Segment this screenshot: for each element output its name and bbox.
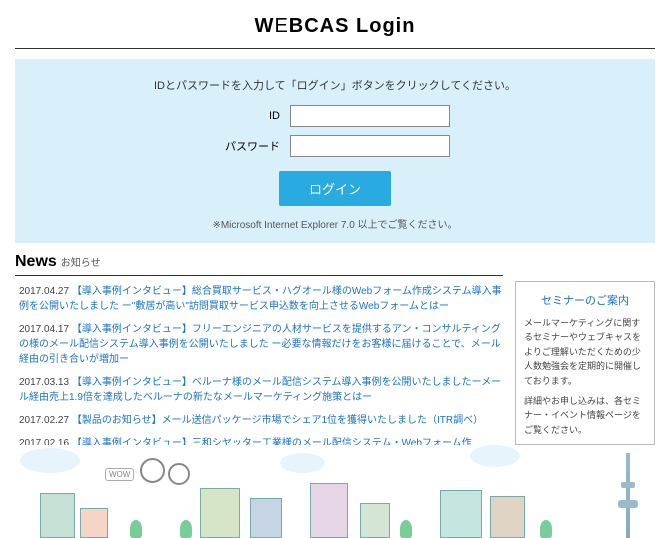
cityscape-illustration: WOW	[0, 443, 670, 538]
news-heading: Newsお知らせ	[15, 253, 503, 271]
sidebar: セミナーのご案内 メールマーケティングに関するセミナーやウェブキャスをよりご理解…	[515, 281, 655, 445]
password-label: パスワード	[220, 138, 280, 154]
mascot-icon	[168, 463, 190, 485]
page-header: WEBCAS Login	[15, 0, 655, 49]
password-input[interactable]	[290, 135, 450, 157]
login-instruction: IDとパスワードを入力して「ログイン」ボタンをクリックしてください。	[15, 77, 655, 93]
id-label: ID	[220, 110, 280, 122]
seminar-text: 詳細やお申し込みは、各セミナー・イベント情報ページをご覧ください。	[524, 394, 646, 437]
seminar-title: セミナーのご案内	[524, 292, 646, 308]
seminar-box[interactable]: セミナーのご案内 メールマーケティングに関するセミナーやウェブキャスをよりご理解…	[515, 281, 655, 445]
news-item[interactable]: 2017.02.27 【製品のお知らせ】メール送信パッケージ市場でシェア1位を獲…	[15, 413, 503, 428]
mascot-icon	[140, 458, 165, 483]
news-item[interactable]: 2017.03.13 【導入事例インタビュー】ベルーナ様のメール配信システム導入…	[15, 375, 503, 405]
page-title: WEBCAS Login	[15, 15, 655, 38]
id-input[interactable]	[290, 105, 450, 127]
seminar-text: メールマーケティングに関するセミナーやウェブキャスをよりご理解いただくための少人…	[524, 316, 646, 388]
browser-note: ※Microsoft Internet Explorer 7.0 以上でご覧くだ…	[15, 216, 655, 231]
wow-bubble: WOW	[105, 468, 134, 481]
news-item[interactable]: 2017.04.17 【導入事例インタビュー】フリーエンジニアの人材サービスを提…	[15, 322, 503, 367]
login-button[interactable]: ログイン	[279, 171, 391, 206]
skytree-icon	[626, 453, 630, 538]
news-section: Newsお知らせ 2017.04.27 【導入事例インタビュー】総合買取サービス…	[15, 253, 503, 445]
login-panel: IDとパスワードを入力して「ログイン」ボタンをクリックしてください。 ID パス…	[15, 59, 655, 243]
news-item[interactable]: 2017.04.27 【導入事例インタビュー】総合買取サービス・ハグオール様のW…	[15, 284, 503, 314]
news-list[interactable]: 2017.04.27 【導入事例インタビュー】総合買取サービス・ハグオール様のW…	[15, 275, 503, 445]
